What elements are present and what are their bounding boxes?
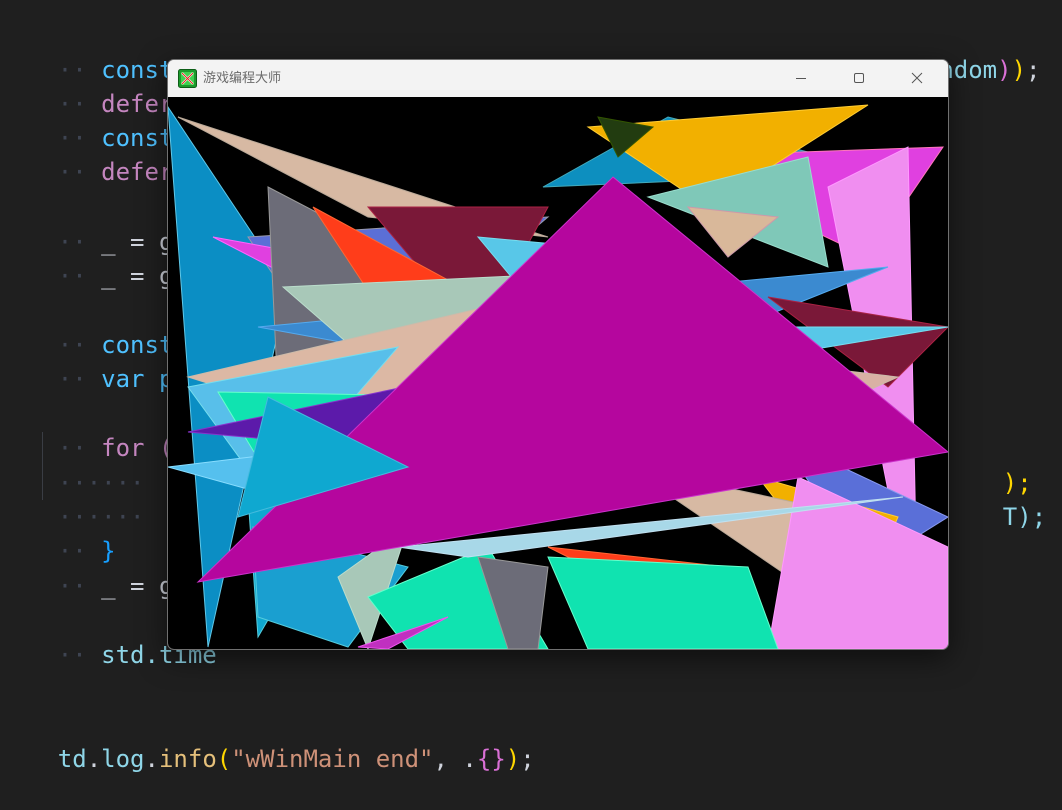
close-button[interactable] (888, 60, 946, 97)
app-icon (178, 69, 197, 88)
window-title: 游戏编程大师 (203, 71, 282, 86)
minimize-button[interactable] (772, 60, 830, 97)
code-line-pen: ·· const pen = gdi.CreatePen(gdi.PS_SOLI… (57, 56, 1041, 84)
minimize-icon (796, 78, 806, 79)
maximize-button[interactable] (830, 60, 888, 97)
code-line-for-close: ·· } (57, 537, 116, 565)
app-window[interactable]: 游戏编程大师 (167, 59, 949, 650)
code-line-point2-tail: T); (945, 466, 1046, 531)
drawing-canvas[interactable] (168, 97, 948, 649)
close-icon (911, 72, 923, 84)
title-bar[interactable]: 游戏编程大师 (168, 60, 948, 97)
maximize-icon (854, 73, 864, 83)
point2-tail-text: T); (1002, 503, 1047, 531)
code-line-point1-tail: ); (945, 432, 1032, 497)
code-line-log: td.log.info("wWinMain end", .{}); (57, 745, 535, 773)
random-triangles-drawing (168, 104, 948, 649)
triangle (547, 556, 779, 649)
